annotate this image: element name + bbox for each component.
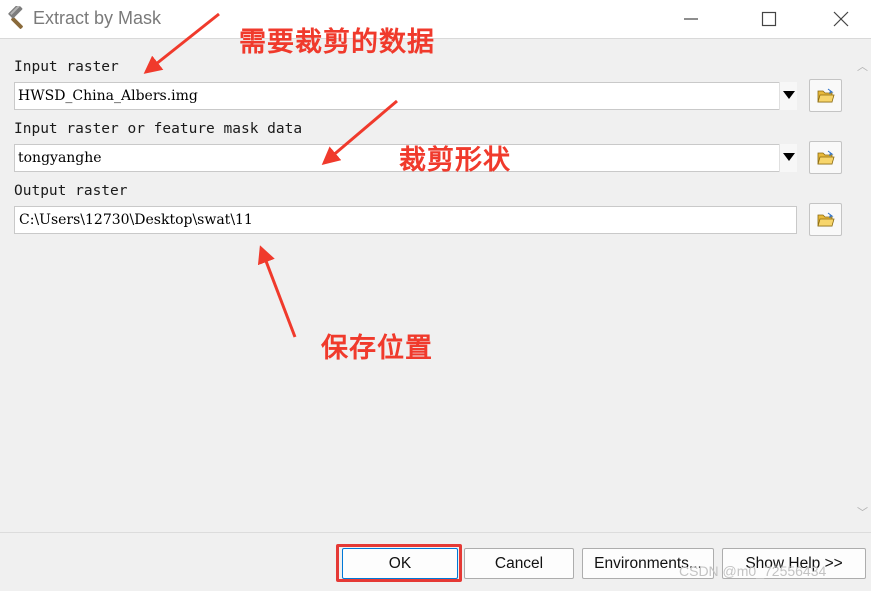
ok-highlight-box bbox=[336, 544, 462, 582]
watermark: CSDN @m0_72556434 bbox=[679, 563, 827, 579]
annotation-arrow bbox=[143, 12, 220, 74]
footer-divider bbox=[0, 532, 871, 533]
cancel-button[interactable]: Cancel bbox=[464, 548, 574, 579]
annotation-clip-shape: 裁剪形状 bbox=[399, 145, 511, 176]
annotation-data-to-clip: 需要裁剪的数据 bbox=[239, 27, 435, 58]
annotation-arrow bbox=[257, 245, 297, 338]
annotation-arrow bbox=[321, 99, 398, 165]
annotation-arrows bbox=[143, 12, 398, 338]
annotation-save-location: 保存位置 bbox=[321, 333, 433, 364]
